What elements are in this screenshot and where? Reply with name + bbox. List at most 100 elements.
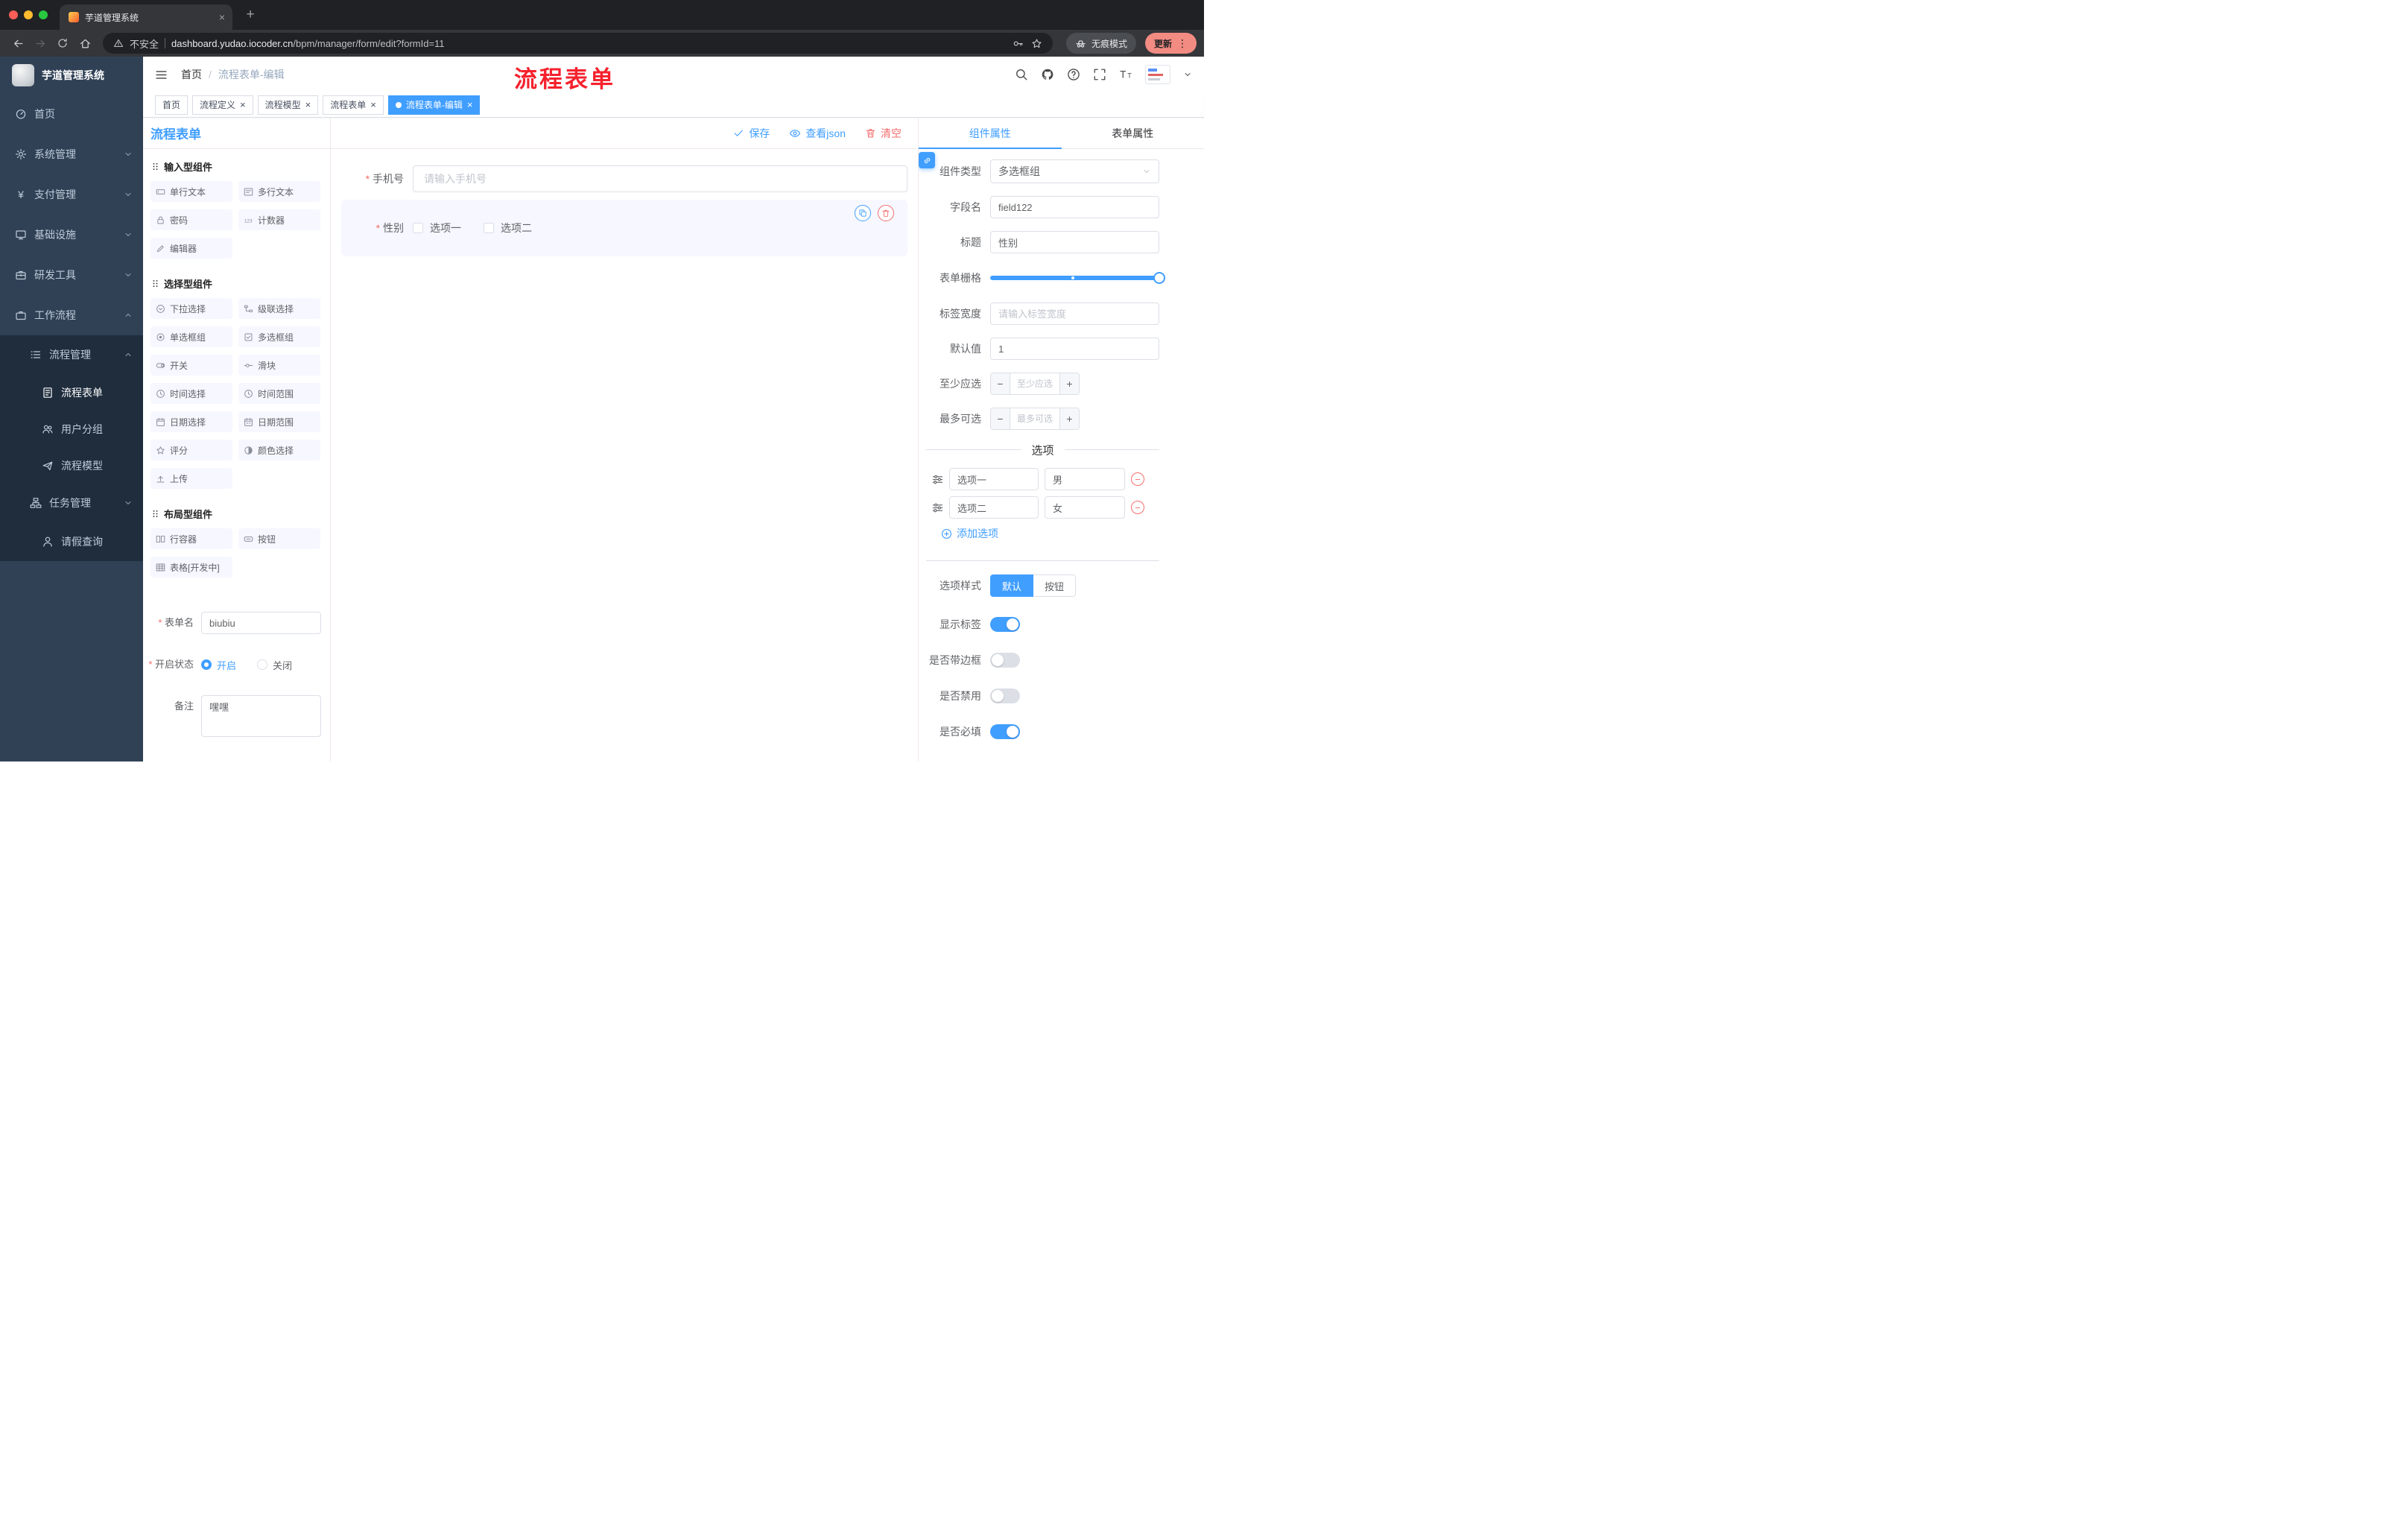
canvas-field-gender-selected[interactable]: 性别 选项一 选项二 [341, 200, 907, 256]
tag-home[interactable]: 首页 [155, 95, 188, 115]
github-icon[interactable] [1041, 68, 1054, 81]
palette-item-row-container[interactable]: 行容器 [150, 528, 232, 549]
checkbox-box[interactable] [413, 223, 423, 233]
required-toggle[interactable] [990, 724, 1020, 739]
tab-component-props[interactable]: 组件属性 [919, 118, 1062, 149]
palette-item-editor[interactable]: 编辑器 [150, 238, 232, 259]
new-tab-button[interactable]: + [240, 4, 261, 25]
close-icon[interactable]: × [305, 100, 311, 110]
component-type-select[interactable]: 多选框组 [990, 159, 1159, 183]
form-remark-textarea[interactable]: 嘿嘿 [201, 695, 321, 737]
sidebar-item-payment[interactable]: ¥ 支付管理 [0, 174, 143, 215]
decrement-button[interactable]: − [991, 408, 1010, 429]
slider-handle[interactable] [1153, 272, 1165, 284]
form-canvas[interactable]: 手机号 性别 选项一 选项二 [331, 149, 918, 762]
sidebar-item-workflow[interactable]: 工作流程 [0, 295, 143, 335]
sidebar-item-devtools[interactable]: 研发工具 [0, 255, 143, 295]
link-icon[interactable] [919, 152, 935, 168]
default-value-input[interactable] [990, 338, 1159, 360]
status-radio-off[interactable]: 关闭 [257, 658, 292, 672]
palette-item-time-range[interactable]: 时间范围 [238, 383, 320, 404]
option-label-input[interactable] [949, 496, 1039, 519]
tag-process-form[interactable]: 流程表单 × [323, 95, 384, 115]
delete-component-button[interactable] [878, 205, 894, 221]
form-name-input[interactable] [201, 612, 321, 634]
palette-item-date-range[interactable]: 日期范围 [238, 411, 320, 432]
window-minimize-button[interactable] [24, 10, 33, 19]
option-label-input[interactable] [949, 468, 1039, 490]
max-select-input[interactable] [1010, 408, 1059, 429]
disabled-toggle[interactable] [990, 688, 1020, 703]
copy-component-button[interactable] [855, 205, 871, 221]
user-avatar[interactable] [1145, 65, 1170, 84]
breadcrumb-home[interactable]: 首页 [181, 67, 202, 82]
title-input[interactable] [990, 231, 1159, 253]
slider-track[interactable] [990, 272, 1165, 284]
search-icon[interactable] [1015, 68, 1028, 81]
palette-item-switch[interactable]: 开关 [150, 355, 232, 376]
tag-process-model[interactable]: 流程模型 × [257, 95, 319, 115]
option-value-input[interactable] [1045, 468, 1125, 490]
browser-update-button[interactable]: 更新 ⋮ [1144, 33, 1197, 54]
security-label[interactable]: 不安全 [130, 37, 159, 51]
forward-icon[interactable] [30, 33, 51, 54]
close-icon[interactable]: × [370, 100, 376, 110]
sidebar-item-task-mgmt[interactable]: 任务管理 [0, 484, 143, 522]
option-drag-icon[interactable] [932, 474, 943, 485]
key-icon[interactable] [1013, 38, 1024, 49]
sidebar-item-process-form[interactable]: 流程表单 [0, 374, 143, 411]
sidebar-logo[interactable]: 芋道管理系统 [0, 57, 143, 94]
increment-button[interactable]: + [1059, 373, 1079, 394]
grid-slider[interactable] [990, 266, 1165, 290]
palette-item-upload[interactable]: 上传 [150, 468, 232, 489]
min-select-input[interactable] [1010, 373, 1059, 394]
palette-item-slider[interactable]: 滑块 [238, 355, 320, 376]
palette-item-cascader[interactable]: 级联选择 [238, 298, 320, 319]
palette-item-rate[interactable]: 评分 [150, 440, 232, 460]
style-button-button[interactable]: 按钮 [1033, 574, 1077, 597]
status-radio-on[interactable]: 开启 [201, 658, 236, 672]
hamburger-icon[interactable] [155, 69, 168, 81]
remove-option-button[interactable]: − [1131, 472, 1144, 486]
palette-item-button[interactable]: 按钮 [238, 528, 320, 549]
increment-button[interactable]: + [1059, 408, 1079, 429]
sidebar-item-system[interactable]: 系统管理 [0, 134, 143, 174]
sidebar-item-infra[interactable]: 基础设施 [0, 215, 143, 255]
close-icon[interactable]: × [240, 100, 246, 110]
palette-item-single-line-text[interactable]: 单行文本 [150, 181, 232, 202]
font-size-icon[interactable]: TT [1119, 68, 1132, 81]
palette-item-date-picker[interactable]: 日期选择 [150, 411, 232, 432]
home-icon[interactable] [75, 33, 95, 54]
palette-item-select[interactable]: 下拉选择 [150, 298, 232, 319]
reload-icon[interactable] [52, 33, 73, 54]
sidebar-item-process-model[interactable]: 流程模型 [0, 447, 143, 484]
tab-close-icon[interactable]: × [219, 11, 225, 23]
style-default-button[interactable]: 默认 [990, 574, 1034, 597]
save-button[interactable]: 保存 [733, 126, 770, 141]
url-omnibox[interactable]: 不安全 dashboard.yudao.iocoder.cn/bpm/manag… [103, 33, 1053, 54]
checkbox-box[interactable] [484, 223, 494, 233]
phone-field-input[interactable] [413, 165, 907, 192]
canvas-field-phone[interactable]: 手机号 [341, 165, 907, 192]
browser-menu-icon[interactable]: ⋮ [1177, 37, 1188, 50]
label-width-input[interactable] [990, 303, 1159, 325]
field-name-input[interactable] [990, 196, 1159, 218]
back-icon[interactable] [7, 33, 28, 54]
avatar-caret-icon[interactable] [1183, 70, 1192, 79]
palette-item-checkbox-group[interactable]: 多选框组 [238, 326, 320, 347]
show-label-toggle[interactable] [990, 617, 1020, 632]
gender-option-2[interactable]: 选项二 [484, 221, 532, 235]
palette-item-time-picker[interactable]: 时间选择 [150, 383, 232, 404]
palette-item-radio-group[interactable]: 单选框组 [150, 326, 232, 347]
bookmark-star-icon[interactable] [1031, 38, 1042, 49]
sidebar-item-user-groups[interactable]: 用户分组 [0, 411, 143, 447]
with-border-toggle[interactable] [990, 653, 1020, 668]
view-json-button[interactable]: 查看json [789, 126, 846, 141]
tab-form-props[interactable]: 表单属性 [1062, 118, 1205, 148]
window-zoom-button[interactable] [39, 10, 48, 19]
option-drag-icon[interactable] [932, 502, 943, 513]
close-icon[interactable]: × [467, 100, 473, 110]
palette-item-color-picker[interactable]: 颜色选择 [238, 440, 320, 460]
browser-tab[interactable]: 芋道管理系统 × [60, 4, 232, 30]
palette-item-password[interactable]: 密码 [150, 209, 232, 230]
